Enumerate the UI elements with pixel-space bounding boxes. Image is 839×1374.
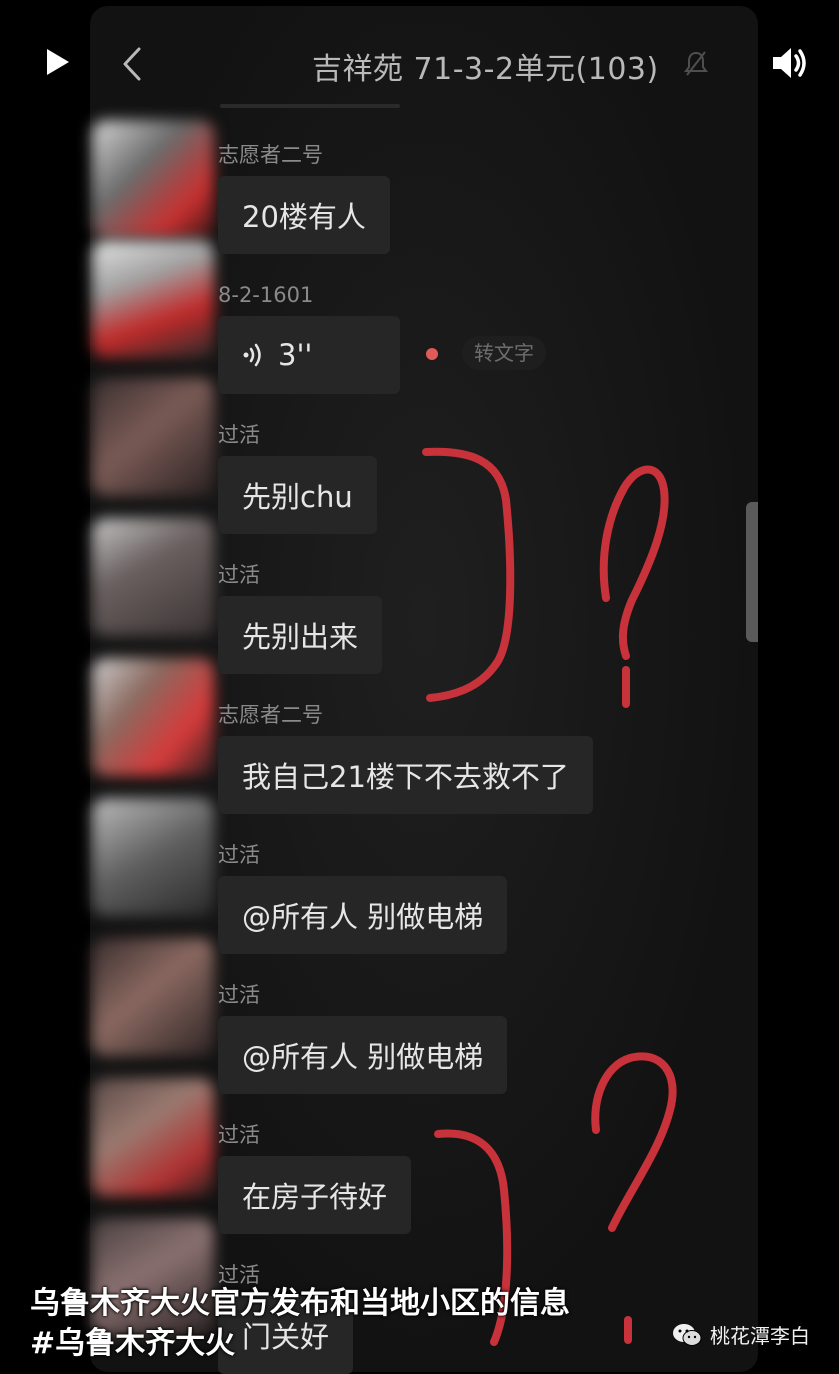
message-item: 过活 先别出来 [218,562,383,674]
message-bubble[interactable]: 在房子待好 [218,1156,412,1234]
watermark-text: 桃花潭李白 [710,1324,810,1348]
caption-hashtag[interactable]: #乌鲁木齐大火 [30,1324,570,1364]
sender-name: 志愿者二号 [218,143,323,167]
voice-message-bubble[interactable]: 3'' [218,316,400,394]
sender-name: 8-2-1601 [218,283,314,307]
chevron-left-icon [123,47,141,81]
message-item: 8-2-1601 3'' [218,282,400,394]
message-bubble[interactable]: @所有人 别做电梯 [218,1016,508,1094]
avatar-column [92,120,216,1372]
mute-bell-icon [684,51,708,76]
video-caption: 乌鲁木齐大火官方发布和当地小区的信息 #乌鲁木齐大火 [30,1284,570,1364]
message-bubble[interactable]: 我自己21楼下不去救不了 [218,736,593,814]
volume-button[interactable] [766,40,812,86]
message-item: 过活 @所有人 别做电梯 [218,842,508,954]
watermark: 桃花潭李白 [672,1320,810,1349]
avatar[interactable] [92,378,214,496]
play-button[interactable] [38,42,78,82]
avatar[interactable] [92,658,214,776]
message-item: 过活 @所有人 别做电梯 [218,982,508,1094]
sender-name: 志愿者二号 [218,703,323,727]
avatar[interactable] [92,518,214,636]
avatar[interactable] [92,240,214,358]
wechat-icon [673,1323,702,1346]
avatar[interactable] [92,798,214,916]
message-item: 志愿者二号 我自己21楼下不去救不了 [218,702,593,814]
message-bubble[interactable]: 先别出来 [218,596,383,674]
back-button[interactable] [112,42,152,86]
message-item: 过活 先别chu [218,422,377,534]
sender-name: 过活 [218,983,260,1007]
message-item: 过活 在房子待好 [218,1122,412,1234]
play-icon [47,49,69,75]
sender-name: 过活 [218,423,260,447]
avatar[interactable] [92,1078,214,1196]
message-bubble[interactable]: @所有人 别做电梯 [218,876,508,954]
avatar[interactable] [92,120,214,238]
message-bubble[interactable]: 20楼有人 [218,176,390,254]
sender-name: 过活 [218,843,260,867]
sender-name: 过活 [218,1123,260,1147]
speaker-icon [773,48,806,78]
voice-wave-icon [243,343,261,367]
to-text-button[interactable]: 转文字 [462,336,546,370]
caption-line-1: 乌鲁木齐大火官方发布和当地小区的信息 [30,1286,570,1321]
chat-title: 吉祥苑 71-3-2单元(103) [312,52,659,87]
avatar[interactable] [92,938,214,1056]
scroll-handle[interactable] [746,502,758,642]
previous-message-edge [220,104,400,108]
voice-duration: 3'' [278,338,313,372]
message-item: 志愿者二号 20楼有人 [218,142,390,254]
sender-name: 过活 [218,563,260,587]
unread-dot [426,348,438,360]
message-bubble[interactable]: 先别chu [218,456,377,534]
